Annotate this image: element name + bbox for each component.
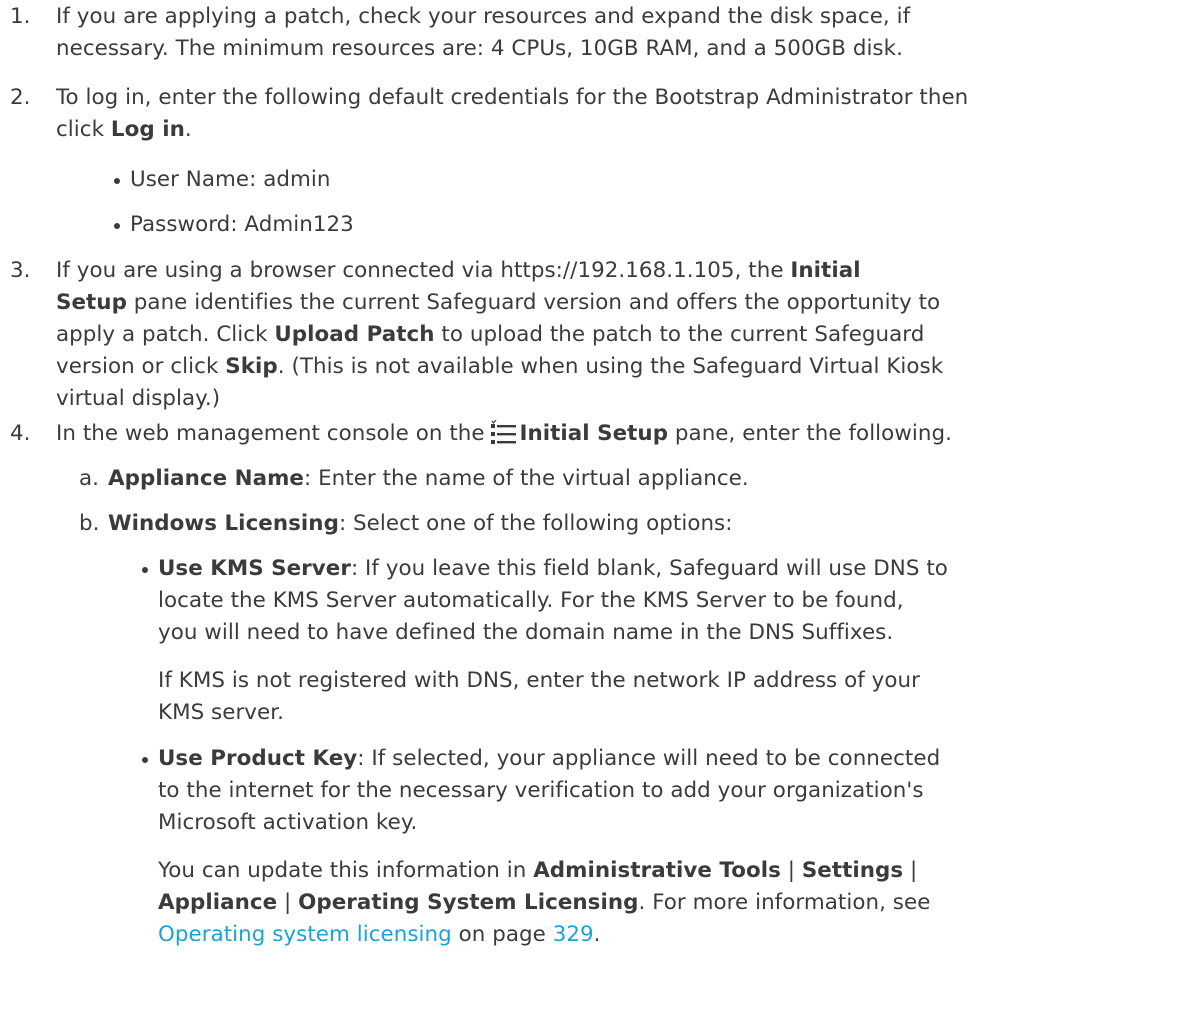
- step-number: 3.: [10, 258, 31, 283]
- step-4-text: In the web management console on the Ini…: [56, 418, 1181, 456]
- step-number: 1.: [10, 4, 31, 29]
- skip-term: Skip: [225, 354, 278, 379]
- checklist-icon: [491, 419, 517, 456]
- initial-setup-term: Initial Setup: [519, 421, 669, 446]
- step-1-text: If you are applying a patch, check your …: [56, 4, 911, 61]
- step-number: 4.: [10, 421, 31, 446]
- bullet-dot: [114, 223, 120, 229]
- kms-note: If KMS is not registered with DNS, enter…: [158, 668, 920, 725]
- update-info-note: You can update this information in Admin…: [158, 858, 931, 947]
- step-2-text: To log in, enter the following default c…: [56, 85, 969, 142]
- bullet-dot: [142, 757, 148, 763]
- page-number-link[interactable]: 329: [553, 922, 594, 947]
- bullet-dot: [142, 567, 148, 573]
- log-in-term: Log in: [110, 117, 185, 142]
- step-3-text: If you are using a browser connected via…: [56, 258, 944, 411]
- document-page: 1. If you are applying a patch, check yo…: [0, 0, 1187, 1024]
- os-licensing-link[interactable]: Operating system licensing: [158, 922, 452, 947]
- bullet-dot: [114, 178, 120, 184]
- upload-patch-term: Upload Patch: [274, 322, 435, 347]
- step-number: 2.: [10, 85, 31, 110]
